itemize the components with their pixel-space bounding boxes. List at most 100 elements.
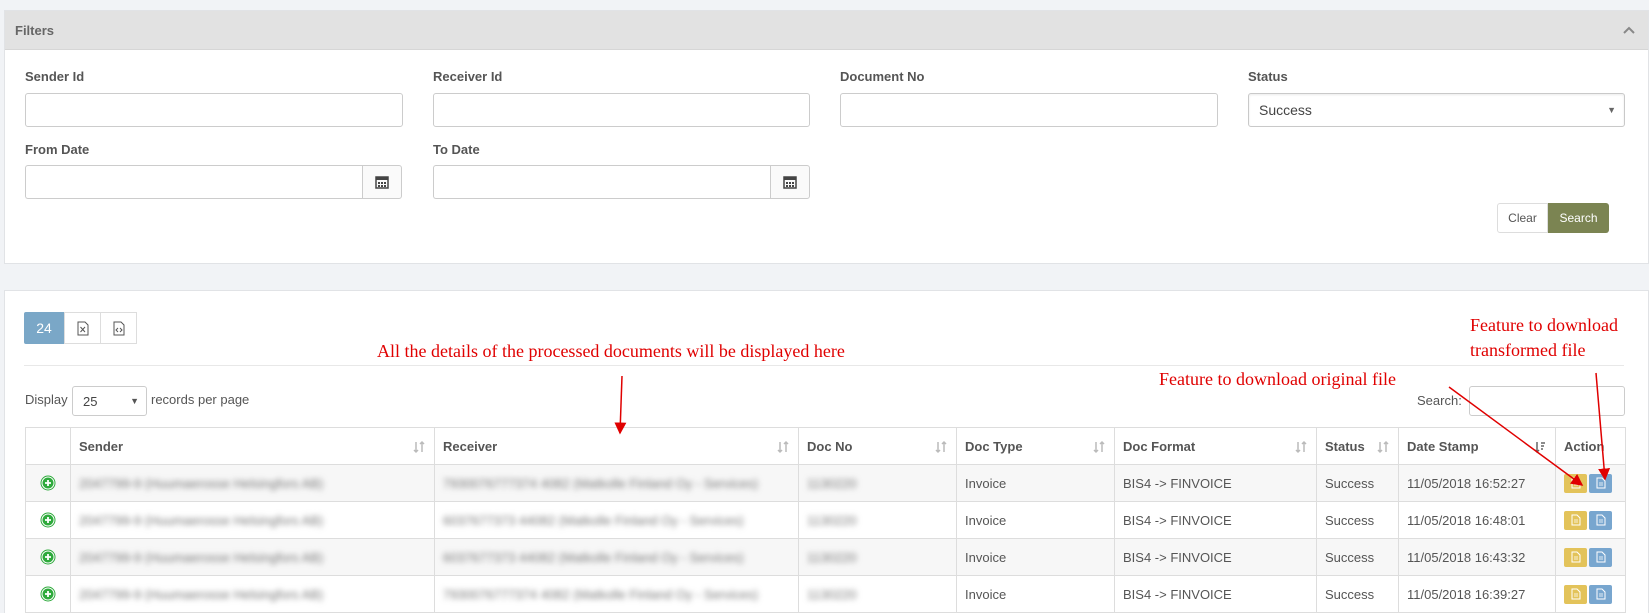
doc-no-cell: 1130220 — [798, 501, 957, 539]
status-cell: Success — [1316, 538, 1399, 576]
action-cell — [1555, 464, 1626, 502]
sender-id-input[interactable] — [25, 93, 403, 127]
status-select[interactable]: Success ▼ — [1248, 93, 1625, 127]
download-transformed-button[interactable] — [1589, 547, 1612, 567]
column-header-action: Action — [1555, 427, 1626, 465]
table-row: 2047799-9 (Huumaerosse Helsingfors AB) 60… — [25, 538, 1626, 576]
action-cell — [1555, 538, 1626, 576]
date-stamp-cell: 11/05/2018 16:52:27 — [1398, 464, 1556, 502]
column-header-doc-no[interactable]: Doc No — [798, 427, 957, 465]
sort-icon — [1093, 440, 1105, 454]
doc-format-cell: BIS4 -> FINVOICE — [1114, 538, 1317, 576]
page-size-value: 25 — [83, 394, 98, 409]
date-stamp-cell: 11/05/2018 16:48:01 — [1398, 501, 1556, 539]
file-icon — [1596, 514, 1605, 526]
records-per-page-label: records per page — [151, 392, 250, 407]
download-transformed-button[interactable] — [1589, 584, 1612, 604]
export-xml-button[interactable] — [100, 312, 137, 344]
expand-cell[interactable] — [25, 538, 71, 576]
expand-row-icon[interactable] — [40, 512, 56, 528]
doc-format-cell: BIS4 -> FINVOICE — [1114, 501, 1317, 539]
sort-icon — [777, 440, 789, 454]
display-label: Display — [25, 392, 68, 407]
annotation-transformed-line1: Feature to download — [1470, 315, 1618, 335]
doc-format-cell: BIS4 -> FINVOICE — [1114, 464, 1317, 502]
expand-row-icon[interactable] — [40, 549, 56, 565]
download-original-button[interactable] — [1564, 473, 1587, 493]
download-original-button[interactable] — [1564, 547, 1587, 567]
sort-icon — [1295, 440, 1307, 454]
table-header-row: Sender Receiver Doc No Doc Type Doc Form… — [25, 427, 1626, 465]
download-transformed-button[interactable] — [1589, 510, 1612, 530]
expand-cell[interactable] — [25, 501, 71, 539]
expand-row-icon[interactable] — [40, 586, 56, 602]
file-icon — [1571, 588, 1580, 600]
status-select-value: Success — [1259, 102, 1312, 118]
date-stamp-cell: 11/05/2018 16:39:27 — [1398, 575, 1556, 613]
doc-no-cell: 1130220 — [798, 575, 957, 613]
receiver-id-input[interactable] — [433, 93, 810, 127]
download-transformed-button[interactable] — [1589, 473, 1612, 493]
sender-cell: 2047799-9 (Huumaerosse Helsingfors AB) — [70, 501, 435, 539]
page-size-select[interactable]: 25 ▼ — [72, 386, 147, 416]
column-header-status[interactable]: Status — [1316, 427, 1399, 465]
receiver-id-label: Receiver Id — [433, 69, 503, 84]
expand-cell[interactable] — [25, 464, 71, 502]
table-search-label: Search: — [1417, 393, 1462, 408]
document-no-input[interactable] — [840, 93, 1218, 127]
from-date-group — [25, 165, 402, 199]
sender-cell: 2047799-9 (Huumaerosse Helsingfors AB) — [70, 464, 435, 502]
to-date-picker-button[interactable] — [770, 165, 810, 199]
table-search-input[interactable] — [1469, 386, 1625, 416]
from-date-input[interactable] — [25, 165, 363, 199]
search-button[interactable]: Search — [1548, 203, 1609, 233]
clear-button[interactable]: Clear — [1497, 203, 1548, 233]
to-date-group — [433, 165, 810, 199]
record-count-badge[interactable]: 24 — [24, 312, 64, 344]
status-cell: Success — [1316, 575, 1399, 613]
filters-header[interactable]: Filters — [5, 11, 1648, 50]
annotation-original-file: Feature to download original file — [1159, 369, 1396, 389]
to-date-label: To Date — [433, 142, 480, 157]
action-cell — [1555, 501, 1626, 539]
from-date-label: From Date — [25, 142, 90, 157]
from-date-picker-button[interactable] — [362, 165, 402, 199]
column-header-receiver[interactable]: Receiver — [434, 427, 799, 465]
document-no-label: Document No — [840, 69, 925, 84]
expand-cell[interactable] — [25, 575, 71, 613]
doc-type-cell: Invoice — [956, 464, 1115, 502]
receiver-cell: 7930076777374 4082 (Matkolle Finland Oy … — [434, 575, 799, 613]
file-icon — [1571, 477, 1580, 489]
table-row: 2047799-9 (Huumaerosse Helsingfors AB) 79… — [25, 464, 1626, 502]
receiver-cell: 6037677373 44082 (Matkolle Finland Oy - … — [434, 538, 799, 576]
sender-cell: 2047799-9 (Huumaerosse Helsingfors AB) — [70, 538, 435, 576]
sort-icon — [413, 440, 425, 454]
download-original-button[interactable] — [1564, 584, 1587, 604]
expand-row-icon[interactable] — [40, 475, 56, 491]
sort-icon — [935, 440, 947, 454]
doc-format-cell: BIS4 -> FINVOICE — [1114, 575, 1317, 613]
receiver-cell: 7930076777374 4082 (Matkolle Finland Oy … — [434, 464, 799, 502]
export-excel-button[interactable] — [64, 312, 101, 344]
column-header-expand — [25, 427, 71, 465]
action-cell — [1555, 575, 1626, 613]
download-original-button[interactable] — [1564, 510, 1587, 530]
file-icon — [1571, 514, 1580, 526]
column-header-doc-type[interactable]: Doc Type — [956, 427, 1115, 465]
filters-panel: Filters — [4, 10, 1649, 264]
sender-cell: 2047799-9 (Huumaerosse Helsingfors AB) — [70, 575, 435, 613]
chevron-up-icon[interactable] — [1622, 23, 1636, 37]
column-header-doc-format[interactable]: Doc Format — [1114, 427, 1317, 465]
annotation-transformed-line2: transformed file — [1470, 340, 1586, 360]
doc-type-cell: Invoice — [956, 501, 1115, 539]
status-cell: Success — [1316, 464, 1399, 502]
sort-icon — [1377, 440, 1389, 454]
results-divider — [24, 365, 1624, 366]
filters-title: Filters — [15, 23, 55, 38]
annotation-details: All the details of the processed documen… — [377, 341, 845, 361]
to-date-input[interactable] — [433, 165, 771, 199]
table-row: 2047799-9 (Huumaerosse Helsingfors AB) 60… — [25, 501, 1626, 539]
file-icon — [1596, 551, 1605, 563]
column-header-date-stamp[interactable]: Date Stamp — [1398, 427, 1556, 465]
column-header-sender[interactable]: Sender — [70, 427, 435, 465]
